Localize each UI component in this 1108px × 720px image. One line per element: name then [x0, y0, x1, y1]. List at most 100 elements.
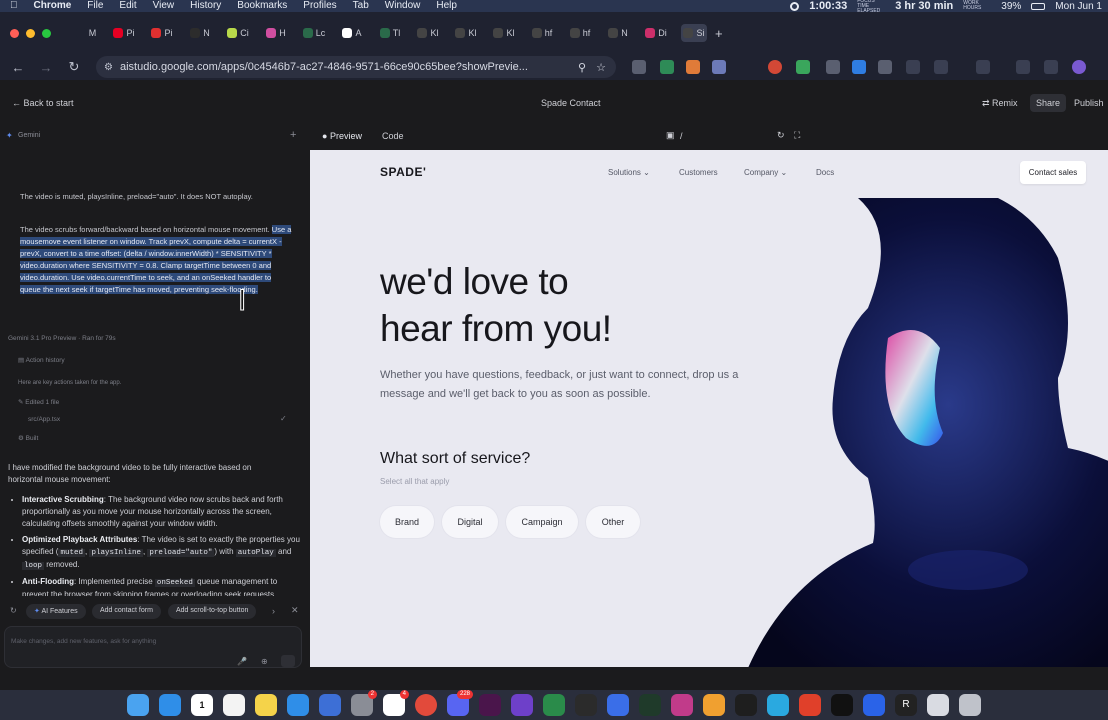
menu-edit[interactable]: Edit: [111, 0, 144, 12]
activity-monitor-icon[interactable]: [639, 694, 661, 716]
downloads-stack-icon[interactable]: [927, 694, 949, 716]
contact-sales-button[interactable]: Contact sales: [1020, 161, 1086, 184]
tab-preview[interactable]: ● Preview: [322, 131, 362, 141]
chrome-icon[interactable]: [415, 694, 437, 716]
menu-app-name[interactable]: Chrome: [26, 0, 80, 12]
preview-path[interactable]: /: [680, 131, 683, 141]
browser-tab[interactable]: N: [605, 24, 631, 42]
books-icon[interactable]: [703, 694, 725, 716]
new-chat-icon[interactable]: +: [290, 129, 296, 141]
service-other-button[interactable]: Other: [586, 506, 640, 538]
send-button[interactable]: [281, 655, 295, 667]
github-icon[interactable]: [511, 694, 533, 716]
figma-icon[interactable]: [735, 694, 757, 716]
minimize-window-icon[interactable]: [26, 28, 35, 38]
menu-tab[interactable]: Tab: [345, 0, 377, 12]
browser-tab[interactable]: Tl: [377, 24, 403, 42]
extension-puzzle-icon[interactable]: [712, 60, 726, 74]
prompt-input-placeholder[interactable]: Make changes, add new features, ask for …: [11, 638, 156, 645]
nav-customers[interactable]: Customers: [679, 168, 718, 177]
battery-icon[interactable]: [1031, 2, 1046, 10]
fullscreen-icon[interactable]: ⛶: [794, 130, 800, 141]
download-icon[interactable]: [1016, 60, 1030, 74]
focus-ring-icon[interactable]: [790, 1, 800, 11]
attach-icon[interactable]: ⊕: [261, 657, 268, 666]
browser-tab[interactable]: Pi: [149, 24, 175, 42]
browser-tab[interactable]: Pi: [111, 24, 137, 42]
extension-color-icon[interactable]: [686, 60, 700, 74]
browser-tab[interactable]: Di: [643, 24, 669, 42]
chip-add-scroll-to-top[interactable]: Add scroll-to-top button: [168, 604, 257, 619]
zoom-window-icon[interactable]: [42, 28, 51, 38]
capcut-icon[interactable]: [831, 694, 853, 716]
extension-gray-icon[interactable]: [878, 60, 892, 74]
extension-fx-icon[interactable]: [906, 60, 920, 74]
finder-icon[interactable]: [127, 694, 149, 716]
battery-percent[interactable]: 39%: [1001, 1, 1021, 12]
site-info-icon[interactable]: ⚙: [104, 62, 113, 73]
extension-badge-icon[interactable]: [826, 60, 840, 74]
service-digital-button[interactable]: Digital: [442, 506, 498, 538]
edited-files[interactable]: ✎ Edited 1 file: [18, 398, 59, 406]
extension-chrome-icon[interactable]: [768, 60, 782, 74]
browser-tab[interactable]: N: [187, 24, 213, 42]
browser-tab[interactable]: Kl: [491, 24, 517, 42]
browser-icon[interactable]: [767, 694, 789, 716]
browser-tab[interactable]: Ci: [225, 24, 251, 42]
prompt-input-box[interactable]: Make changes, add new features, ask for …: [4, 626, 302, 668]
remix-button[interactable]: ⇄ Remix: [982, 98, 1018, 109]
notion-icon[interactable]: 4: [383, 690, 409, 716]
raycast-icon[interactable]: R: [895, 694, 917, 716]
menu-history[interactable]: History: [182, 0, 229, 12]
calendar-icon[interactable]: 1: [191, 694, 213, 716]
menu-profiles[interactable]: Profiles: [295, 0, 344, 12]
device-icon[interactable]: ▣: [666, 130, 675, 141]
service-brand-button[interactable]: Brand: [380, 506, 434, 538]
zoom-icon[interactable]: ⚲: [578, 61, 586, 74]
menu-help[interactable]: Help: [428, 0, 465, 12]
browser-tab[interactable]: Kl: [415, 24, 441, 42]
work-hours[interactable]: 3 hr 30 min: [895, 0, 953, 12]
browser-tab[interactable]: H: [263, 24, 289, 42]
orange-app-icon[interactable]: [799, 694, 821, 716]
publish-button[interactable]: Publish: [1074, 98, 1104, 108]
browser-tab[interactable]: Lc: [301, 24, 327, 42]
refresh-preview-icon[interactable]: ↻: [777, 130, 785, 141]
side-panel-icon[interactable]: [976, 60, 990, 74]
forward-arrow-icon[interactable]: →: [32, 60, 60, 75]
profile-avatar[interactable]: [1072, 60, 1086, 74]
share-button[interactable]: Share: [1030, 94, 1067, 112]
tab-code[interactable]: Code: [382, 131, 404, 141]
system-settings-icon[interactable]: 2: [351, 690, 377, 716]
reload-icon[interactable]: ↻: [60, 59, 88, 75]
service-campaign-button[interactable]: Campaign: [506, 506, 578, 538]
menu-window[interactable]: Window: [377, 0, 429, 12]
focus-timer[interactable]: 1:00:33: [809, 0, 847, 12]
safari-icon[interactable]: [159, 694, 181, 716]
browser-tab[interactable]: Si: [681, 24, 707, 42]
dropbox-icon[interactable]: [863, 694, 885, 716]
bookmark-star-icon[interactable]: ☆: [596, 61, 606, 74]
discord-icon[interactable]: 228: [447, 690, 473, 716]
menu-view[interactable]: View: [145, 0, 183, 12]
menu-bookmarks[interactable]: Bookmarks: [229, 0, 295, 12]
chips-next-icon[interactable]: ›: [272, 606, 275, 616]
url-text[interactable]: aistudio.google.com/apps/0c4546b7-ac27-4…: [120, 61, 528, 73]
close-window-icon[interactable]: [10, 28, 19, 38]
address-bar[interactable]: ⚙ aistudio.google.com/apps/0c4546b7-ac27…: [96, 56, 616, 78]
site-logo[interactable]: SPADE': [380, 165, 426, 179]
slack-icon[interactable]: [479, 694, 501, 716]
apple-icon[interactable]: : [0, 0, 26, 12]
browser-tab[interactable]: M: [73, 24, 99, 42]
microphone-icon[interactable]: 🎤: [237, 657, 247, 666]
vpn-icon[interactable]: [607, 694, 629, 716]
notes-icon[interactable]: [255, 694, 277, 716]
app-store-icon[interactable]: [287, 694, 309, 716]
browser-tab[interactable]: Kl: [453, 24, 479, 42]
nav-solutions[interactable]: Solutions ⌄: [608, 168, 650, 177]
extension-download-icon[interactable]: [660, 60, 674, 74]
browser-tab[interactable]: hf: [529, 24, 555, 42]
drive-icon[interactable]: [543, 694, 565, 716]
back-to-start-button[interactable]: ← Back to start: [12, 98, 74, 108]
edited-file-path[interactable]: src/App.tsx: [28, 416, 60, 423]
